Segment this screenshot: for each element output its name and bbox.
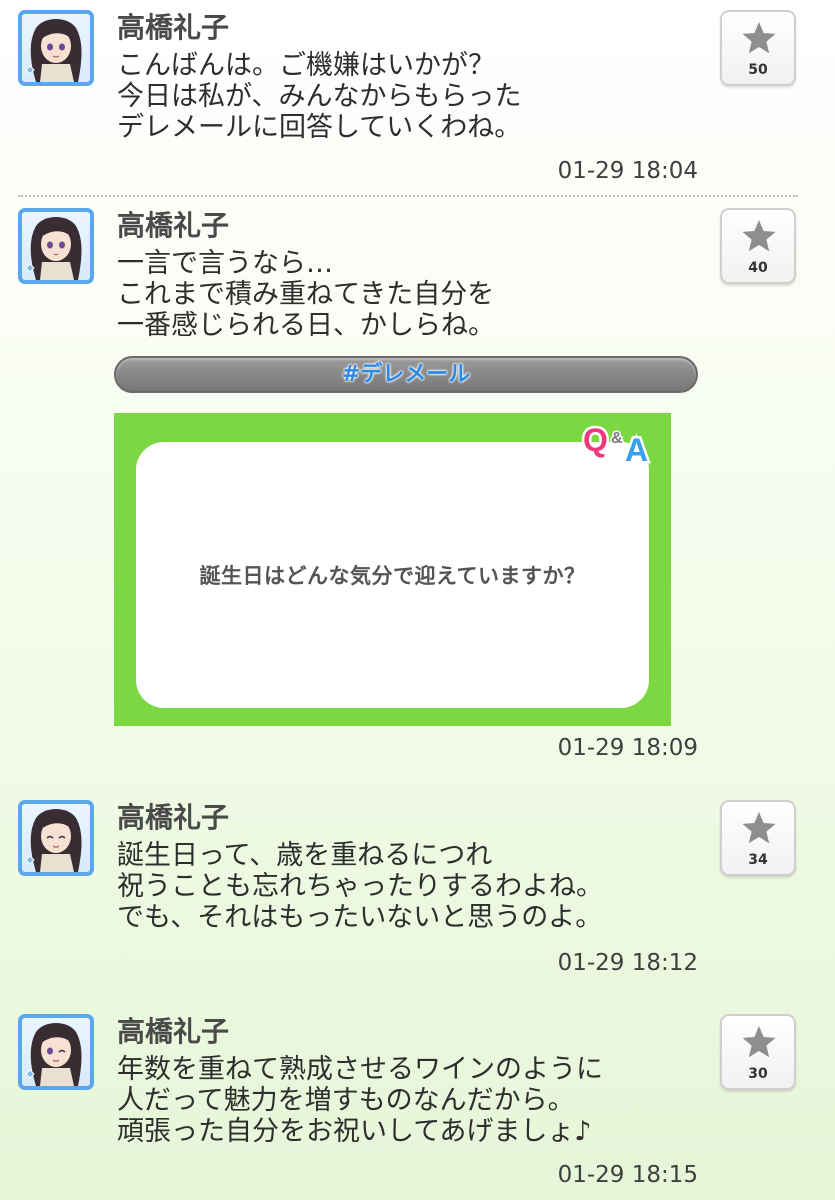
like-count: 40 <box>748 260 768 276</box>
post-message: こんばんは。ご機嫌はいかが？ 今日は私が、みんなからもらった デレメールに回答し… <box>117 50 521 143</box>
star-icon <box>742 1026 776 1058</box>
message-line: 今日は私が、みんなからもらった <box>117 81 522 112</box>
author-avatar[interactable] <box>18 800 94 876</box>
post-timestamp: 01-29 18:12 <box>557 950 698 976</box>
author-name: 高橋礼子 <box>117 11 230 44</box>
post-timestamp: 01-29 18:04 <box>557 158 698 184</box>
post-message: 一言で言うなら… これまで積み重ねてきた自分を 一番感じられる日、かしらね。 <box>117 248 495 341</box>
author-name: 高橋礼子 <box>117 209 230 242</box>
like-button[interactable]: 50 <box>720 10 796 86</box>
message-line: 頑張った自分をお祝いしてあげましょ♪ <box>117 1116 592 1147</box>
character-avatar-icon <box>25 809 82 872</box>
post-message: 誕生日って、歳を重ねるにつれ 祝うことも忘れちゃったりするわよね。 でも、それは… <box>117 840 603 933</box>
qa-question: 誕生日はどんな気分で迎えていますか？ <box>199 564 586 588</box>
message-line: 一番感じられる日、かしらね。 <box>117 310 495 341</box>
qa-card-panel: 誕生日はどんな気分で迎えていますか？ <box>136 442 649 708</box>
post-timestamp: 01-29 18:09 <box>557 735 698 761</box>
message-line: 人だって魅力を増すものなんだから。 <box>117 1085 575 1116</box>
message-line: デレメールに回答していくわね。 <box>117 112 522 143</box>
message-line: でも、それはもったいないと思うのよ。 <box>117 902 603 933</box>
message-line: 年数を重ねて熟成させるワインのように <box>117 1054 603 1085</box>
character-avatar-icon <box>25 217 82 280</box>
post-timestamp: 01-29 18:15 <box>557 1162 698 1188</box>
svg-text:&: & <box>611 430 623 447</box>
author-name: 高橋礼子 <box>117 801 230 834</box>
author-avatar[interactable] <box>18 208 94 284</box>
post-message: 年数を重ねて熟成させるワインのように 人だって魅力を増すものなんだから。 頑張っ… <box>117 1054 603 1147</box>
like-count: 34 <box>748 852 768 868</box>
message-line: 一言で言うなら… <box>117 248 333 279</box>
author-name: 高橋礼子 <box>117 1015 230 1048</box>
character-avatar-icon <box>25 19 82 82</box>
like-button[interactable]: 34 <box>720 800 796 876</box>
character-avatar-icon <box>25 1023 82 1086</box>
star-icon <box>742 22 776 54</box>
qa-card[interactable]: 誕生日はどんな気分で迎えていますか？ Q & A <box>114 413 671 726</box>
hashtag-button[interactable]: #デレメール <box>114 356 698 393</box>
star-icon <box>742 220 776 252</box>
author-avatar[interactable] <box>18 10 94 86</box>
message-line: こんばんは。ご機嫌はいかが？ <box>117 50 495 81</box>
message-line: 祝うことも忘れちゃったりするわよね。 <box>117 871 603 902</box>
like-count: 30 <box>748 1066 768 1082</box>
like-button[interactable]: 40 <box>720 208 796 284</box>
message-line: これまで積み重ねてきた自分を <box>117 279 495 310</box>
like-button[interactable]: 30 <box>720 1014 796 1090</box>
message-line: 誕生日って、歳を重ねるにつれ <box>117 840 493 871</box>
qa-logo: Q & A <box>581 420 651 466</box>
like-count: 50 <box>748 62 768 78</box>
post-divider <box>18 195 798 197</box>
svg-text:A: A <box>625 432 648 465</box>
svg-text:Q: Q <box>583 422 608 458</box>
author-avatar[interactable] <box>18 1014 94 1090</box>
star-icon <box>742 812 776 844</box>
